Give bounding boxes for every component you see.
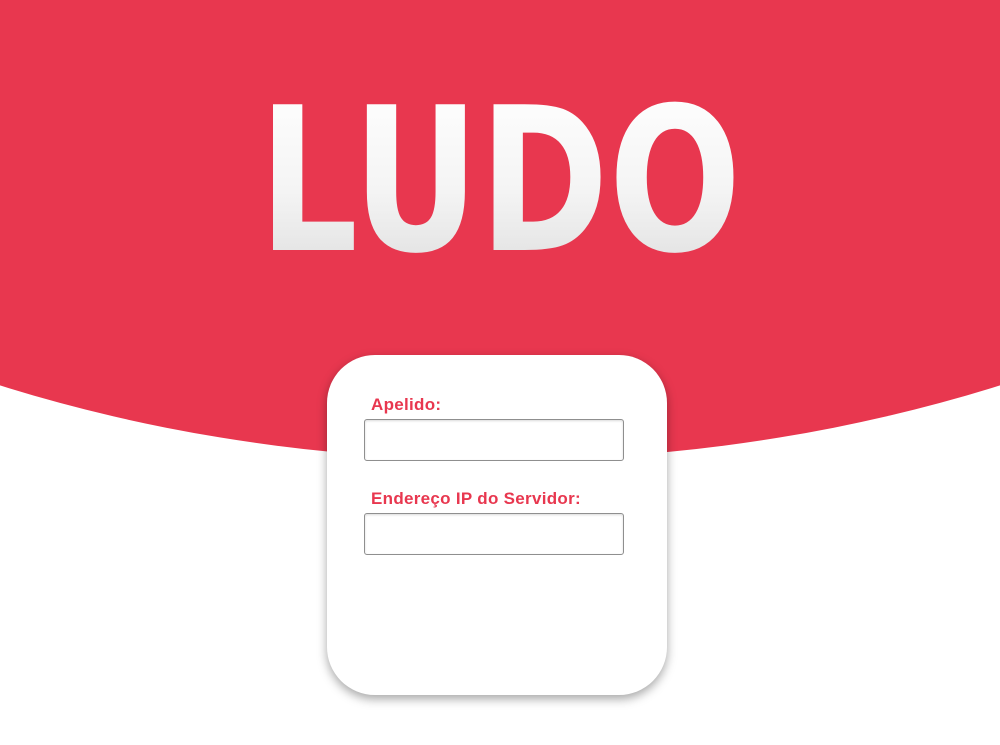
ludo-start-screen: LUDO Apelido: Endereço IP do Servidor: [0, 0, 1000, 745]
server-ip-label: Endereço IP do Servidor: [371, 489, 581, 508]
ludo-logo: LUDO [110, 82, 890, 282]
nickname-label: Apelido: [371, 395, 442, 414]
server-ip-input[interactable] [364, 513, 624, 555]
nickname-input[interactable] [364, 419, 624, 461]
connection-card: Apelido: Endereço IP do Servidor: [327, 355, 667, 695]
